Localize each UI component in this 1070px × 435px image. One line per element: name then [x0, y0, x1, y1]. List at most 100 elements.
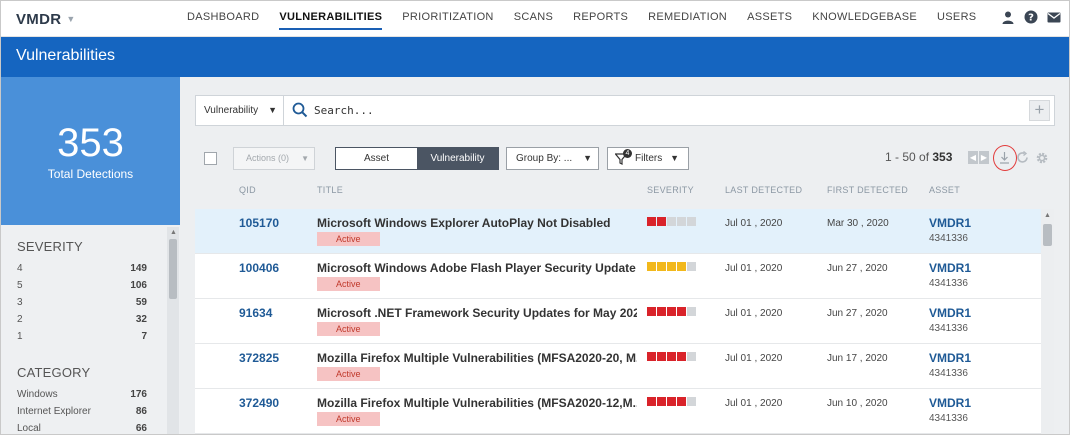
search-icon [292, 102, 308, 123]
asset-link[interactable]: VMDR1 [929, 351, 971, 365]
vulnerability-title[interactable]: Microsoft .NET Framework Security Update… [317, 306, 637, 320]
column-header-asset[interactable]: ASSET [929, 185, 960, 195]
scroll-up-icon[interactable]: ▲ [1044, 212, 1051, 219]
page-header: Vulnerabilities [1, 37, 1069, 77]
asset-link[interactable]: VMDR1 [929, 306, 971, 320]
nav-item-remediation[interactable]: REMEDIATION [648, 1, 727, 37]
table-row[interactable]: 100406 Microsoft Windows Adobe Flash Play… [195, 254, 1041, 299]
scroll-up-icon[interactable]: ▲ [170, 229, 177, 236]
vulnerability-title[interactable]: Microsoft Windows Explorer AutoPlay Not … [317, 216, 637, 230]
add-search-button[interactable]: + [1029, 100, 1050, 121]
filters-button[interactable]: 4 Filters ▼ [607, 147, 689, 170]
asset-link[interactable]: VMDR1 [929, 396, 971, 410]
facet-item-count: 32 [135, 314, 147, 325]
facet-item-category[interactable]: Windows 176 [17, 386, 147, 403]
table-row[interactable]: 91634 Microsoft .NET Framework Security U… [195, 299, 1041, 344]
vulnerability-title[interactable]: Microsoft Windows Adobe Flash Player Sec… [317, 261, 637, 275]
search-input[interactable] [314, 100, 1014, 121]
severity-meter [647, 307, 697, 316]
facet-item-category[interactable]: Local 66 [17, 420, 147, 434]
column-header-severity[interactable]: SEVERITY [647, 185, 694, 195]
qid-link[interactable]: 100406 [239, 261, 279, 275]
facet-scroll-thumb[interactable] [169, 239, 177, 299]
mail-icon[interactable] [1047, 10, 1061, 24]
caret-down-icon: ▼ [301, 154, 309, 163]
asset-id: 4341336 [929, 278, 968, 289]
qid-link[interactable]: 91634 [239, 306, 272, 320]
qid-link[interactable]: 372825 [239, 351, 279, 365]
column-header-title[interactable]: TITLE [317, 185, 343, 195]
page-title: Vulnerabilities [16, 47, 116, 64]
view-vulnerability-button[interactable]: Vulnerability [417, 148, 498, 169]
facet-item-count: 59 [135, 297, 147, 308]
severity-level-block [647, 217, 656, 226]
table-scroll-thumb[interactable] [1043, 224, 1052, 246]
facet-item-label: 5 [17, 280, 23, 291]
nav-item-dashboard[interactable]: DASHBOARD [187, 1, 259, 37]
table-row[interactable]: 372490 Mozilla Firefox Multiple Vulnerabi… [195, 389, 1041, 434]
main-content: Vulnerability ▼ + Actions (0) ▼ Asset Vu… [180, 77, 1069, 434]
vulnerability-title[interactable]: Mozilla Firefox Multiple Vulnerabilities… [317, 351, 637, 365]
severity-level-block [677, 307, 686, 316]
severity-level-block [657, 262, 666, 271]
facet-item-severity[interactable]: 4 149 [17, 260, 147, 277]
severity-level-block [677, 262, 686, 271]
facet-item-severity[interactable]: 17 [17, 328, 147, 345]
results-toolbar: Actions (0) ▼ Asset Vulnerability Group … [195, 145, 1055, 171]
asset-id: 4341336 [929, 323, 968, 334]
nav-item-scans[interactable]: SCANS [514, 1, 553, 37]
next-page-button[interactable]: ▶ [979, 151, 989, 164]
total-detections-label: Total Detections [47, 167, 134, 181]
select-all-checkbox[interactable] [204, 152, 217, 165]
column-header-qid[interactable]: QID [239, 185, 256, 195]
severity-level-block [677, 352, 686, 361]
nav-item-users[interactable]: USERS [937, 1, 976, 37]
table-row[interactable]: 372825 Mozilla Firefox Multiple Vulnerabi… [195, 344, 1041, 389]
prev-page-button[interactable]: ◀ [968, 151, 978, 164]
asset-link[interactable]: VMDR1 [929, 261, 971, 275]
vulnerability-title[interactable]: Mozilla Firefox Multiple Vulnerabilities… [317, 396, 637, 410]
actions-dropdown[interactable]: Actions (0) ▼ [233, 147, 315, 170]
app-switcher[interactable]: VMDR ▼ [16, 11, 76, 28]
facet-item-category[interactable]: Internet Explorer 86 [17, 403, 147, 420]
facet-item-label: 2 [17, 314, 23, 325]
table-row[interactable]: 105170 Microsoft Windows Explorer AutoPla… [195, 209, 1041, 254]
facet-item-count: 176 [130, 389, 147, 400]
severity-level-block [647, 352, 656, 361]
download-button[interactable] [993, 145, 1017, 171]
qid-link[interactable]: 105170 [239, 216, 279, 230]
refresh-icon[interactable] [1016, 150, 1029, 169]
search-scope-select[interactable]: Vulnerability ▼ [196, 96, 284, 125]
table-scrollbar[interactable]: ▲ [1041, 209, 1054, 434]
severity-level-block [657, 217, 666, 226]
nav-item-reports[interactable]: REPORTS [573, 1, 628, 37]
facet-item-severity[interactable]: 5 106 [17, 277, 147, 294]
severity-level-block [687, 397, 696, 406]
qid-link[interactable]: 372490 [239, 396, 279, 410]
column-header-first-detected[interactable]: FIRST DETECTED [827, 185, 908, 195]
column-header-last-detected[interactable]: LAST DETECTED [725, 185, 802, 195]
nav-item-assets[interactable]: ASSETS [747, 1, 792, 37]
help-icon[interactable]: ? [1024, 10, 1038, 24]
caret-down-icon: ▼ [670, 153, 679, 163]
status-badge: Active [317, 322, 380, 336]
facet-item-severity[interactable]: 2 32 [17, 311, 147, 328]
nav-item-knowledgebase[interactable]: KNOWLEDGEBASE [812, 1, 917, 37]
group-by-dropdown[interactable]: Group By: ... ▼ [506, 147, 599, 170]
total-detections-card: 353 Total Detections [1, 77, 180, 225]
view-asset-button[interactable]: Asset [336, 148, 417, 169]
facet-scrollbar[interactable]: ▲ [167, 227, 179, 434]
facet-item-count: 86 [135, 406, 147, 417]
facet-item-label: Internet Explorer [17, 406, 91, 417]
user-icon[interactable] [1001, 10, 1015, 24]
nav-item-vulnerabilities[interactable]: VULNERABILITIES [279, 1, 383, 37]
header-icons: ? [1001, 10, 1061, 24]
gear-icon[interactable] [1035, 151, 1049, 170]
severity-level-block [687, 307, 696, 316]
facet-item-label: Local [17, 423, 41, 434]
facet-item-severity[interactable]: 3 59 [17, 294, 147, 311]
severity-level-block [677, 217, 686, 226]
asset-link[interactable]: VMDR1 [929, 216, 971, 230]
nav-item-prioritization[interactable]: PRIORITIZATION [402, 1, 493, 37]
first-detected-date: Mar 30 , 2020 [827, 218, 889, 229]
